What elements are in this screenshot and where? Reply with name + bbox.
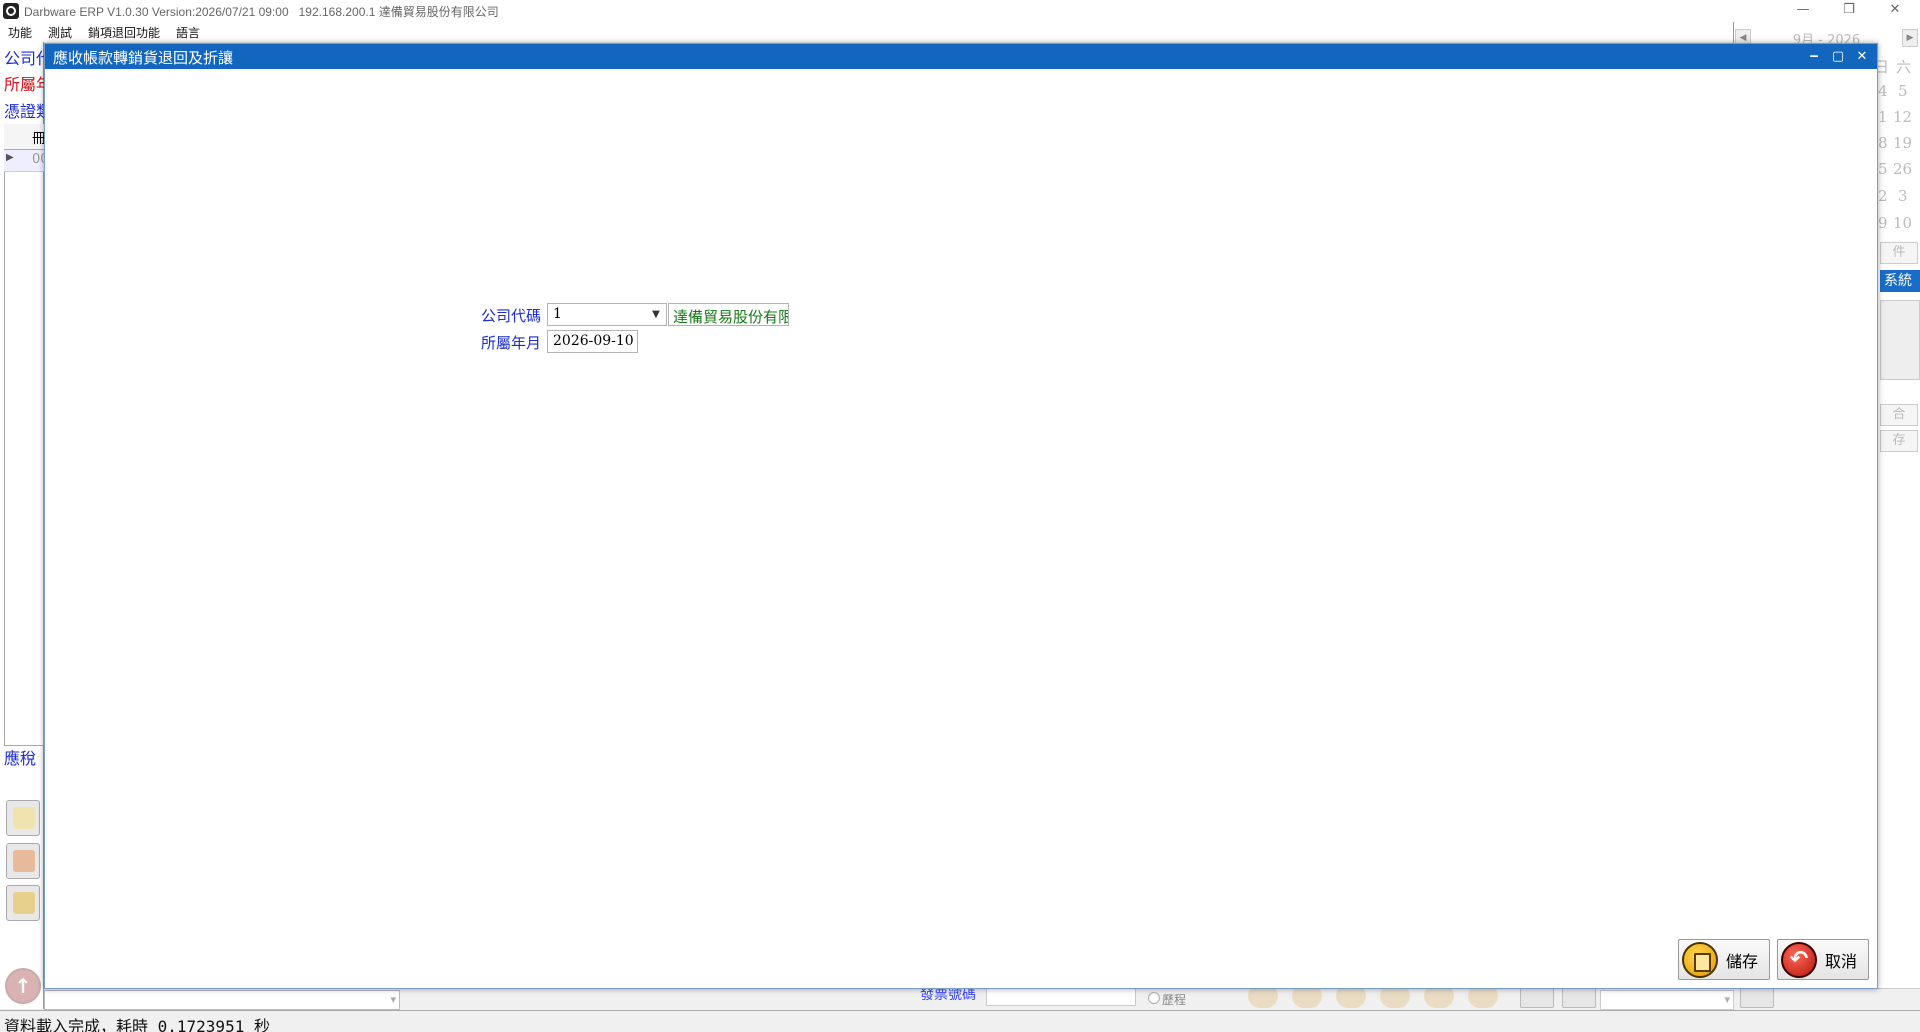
company-name-field: 達備貿易股份有限公司 [668, 303, 789, 326]
calendar-next-icon[interactable]: ▶ [1902, 29, 1918, 47]
bg-system-tab[interactable]: 系統 [1880, 270, 1920, 292]
menu-bar: 功能 測試 銷項退回功能 語言 [0, 22, 1920, 42]
bg-history-radio[interactable] [1148, 992, 1160, 1004]
period-label: 所屬年月 [481, 334, 542, 352]
calendar-day[interactable]: 19 [1893, 134, 1912, 152]
bg-bottom-dropdown-2[interactable] [1600, 990, 1734, 1010]
save-icon [1682, 941, 1718, 978]
bg-bottom-dropdown[interactable] [44, 990, 400, 1010]
calendar-day[interactable]: 9 [1878, 214, 1888, 232]
calendar-day[interactable]: 4 [1878, 82, 1888, 100]
bg-right-area [1880, 300, 1920, 380]
app-logo-icon [3, 3, 19, 19]
status-text: 資料載入完成，耗時 0.1723951 秒 [4, 1017, 270, 1032]
company-name-text: 達備貿易股份有限公司 [673, 308, 788, 326]
folder-button[interactable] [6, 885, 40, 921]
note-button[interactable] [6, 800, 40, 836]
app-title: Darbware ERP V1.0.30 Version:2026/07/21 … [24, 4, 499, 19]
row-pointer-icon: ▶ [6, 152, 14, 163]
save-button[interactable]: 儲存 [1678, 939, 1770, 980]
calendar-day[interactable]: 2 [1878, 187, 1888, 205]
folder-icon [13, 892, 35, 914]
bg-right-button[interactable]: 件 [1880, 242, 1918, 264]
tool-button[interactable] [6, 843, 40, 879]
company-code-value: 1 [553, 306, 562, 322]
dialog-maximize-icon[interactable]: ▢ [1827, 47, 1849, 66]
chevron-down-icon[interactable]: ▼ [647, 305, 665, 324]
app-titlebar: Darbware ERP V1.0.30 Version:2026/07/21 … [0, 0, 1920, 22]
calendar-day[interactable]: 3 [1898, 187, 1908, 205]
dialog-titlebar: 應收帳款轉銷貨退回及折讓 ‒ ▢ ✕ [45, 44, 1877, 69]
calendar-day[interactable]: 5 [1898, 82, 1908, 100]
company-code-dropdown[interactable]: 1 ▼ [547, 303, 667, 326]
bg-right-button[interactable]: 存 [1880, 430, 1918, 452]
period-value: 2026-09-10 [553, 333, 634, 349]
calendar-day[interactable]: 8 [1878, 134, 1888, 152]
menu-item-language[interactable]: 語言 [168, 24, 208, 41]
calendar-day[interactable]: 26 [1893, 160, 1912, 178]
menu-item-test[interactable]: 測試 [40, 24, 80, 41]
app-minimize-icon[interactable]: — [1780, 0, 1826, 22]
calendar-day[interactable]: 5 [1878, 160, 1888, 178]
status-bar: 資料載入完成，耗時 0.1723951 秒 [0, 1010, 1920, 1032]
company-code-label: 公司代碼 [481, 307, 542, 325]
calendar-day[interactable]: 1 [1878, 108, 1888, 126]
bg-right-button[interactable]: 合 [1880, 404, 1918, 426]
bg-invoice-input[interactable] [986, 988, 1136, 1006]
dialog-minimize-icon[interactable]: ‒ [1803, 47, 1825, 66]
bg-data-grid [4, 124, 44, 746]
menu-item-function[interactable]: 功能 [0, 24, 40, 41]
bg-tax-label: 應稅 [4, 749, 37, 768]
bg-history-label: 歷程 [1162, 993, 1187, 1007]
tool-icon [13, 850, 35, 872]
dialog-title: 應收帳款轉銷貨退回及折讓 [53, 49, 234, 67]
note-icon [13, 807, 35, 829]
calendar-day: 六 [1896, 58, 1912, 76]
undo-icon [1781, 941, 1817, 978]
app-restore-icon[interactable]: ❐ [1826, 0, 1872, 22]
save-button-label: 儲存 [1726, 951, 1759, 971]
cancel-button-label: 取消 [1825, 951, 1858, 971]
dialog-close-icon[interactable]: ✕ [1851, 47, 1873, 66]
bg-grid-header: 冊 [4, 124, 46, 150]
menu-item-sales-return[interactable]: 銷項退回功能 [80, 24, 168, 41]
calendar-day[interactable]: 12 [1893, 108, 1912, 126]
cancel-button[interactable]: 取消 [1777, 939, 1869, 980]
upload-icon[interactable] [5, 968, 41, 1004]
calendar-day[interactable]: 10 [1893, 214, 1912, 232]
period-input[interactable]: 2026-09-10 [547, 330, 638, 353]
transfer-dialog: 應收帳款轉銷貨退回及折讓 ‒ ▢ ✕ 公司代碼 1 ▼ 達備貿易股份有限公司 所… [44, 43, 1878, 989]
app-close-icon[interactable]: ✕ [1872, 0, 1918, 22]
